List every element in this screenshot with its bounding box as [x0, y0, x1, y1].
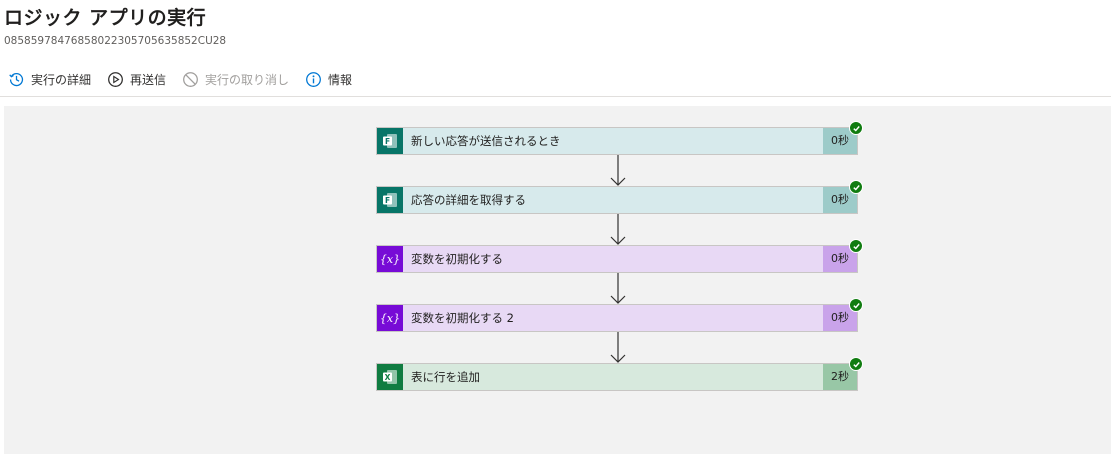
success-check-icon: [849, 298, 863, 312]
forms-icon: F: [377, 187, 403, 213]
run-details-label: 実行の詳細: [31, 72, 92, 87]
success-check-icon: [849, 180, 863, 194]
success-check-icon: [849, 239, 863, 253]
step-label: 変数を初期化する: [411, 252, 503, 266]
info-button[interactable]: 情報: [305, 71, 352, 88]
step-label: 新しい応答が送信されるとき: [411, 134, 561, 148]
page-title: ロジック アプリの実行: [4, 7, 207, 29]
excel-icon: X: [377, 364, 403, 390]
resubmit-icon: [107, 71, 124, 88]
toolbar: 実行の詳細 再送信 実行の取り消し 情報: [8, 68, 368, 90]
cancel-run-label: 実行の取り消し: [205, 72, 290, 87]
variable-icon: {x}: [377, 246, 403, 272]
connector-arrow: [608, 155, 628, 189]
connector-arrow: [608, 273, 628, 307]
svg-text:{x}: {x}: [380, 312, 400, 325]
connector-arrow: [608, 214, 628, 248]
forms-icon: F: [377, 128, 403, 154]
success-check-icon: [849, 357, 863, 371]
svg-text:F: F: [385, 137, 390, 146]
svg-text:X: X: [385, 373, 391, 382]
step-label: 応答の詳細を取得する: [411, 193, 526, 207]
step-label: 表に行を追加: [411, 370, 480, 384]
step-get-response-details[interactable]: F 応答の詳細を取得する 0秒: [376, 180, 863, 214]
cancel-run-button[interactable]: 実行の取り消し: [182, 71, 289, 88]
resubmit-label: 再送信: [130, 72, 167, 87]
variable-icon: {x}: [377, 305, 403, 331]
step-add-row-to-table[interactable]: X 表に行を追加 2秒: [376, 357, 863, 391]
history-icon: [8, 71, 25, 88]
step-label: 変数を初期化する 2: [411, 311, 514, 325]
svg-text:{x}: {x}: [380, 253, 400, 266]
step-initialize-variable[interactable]: {x} 変数を初期化する 0秒: [376, 239, 863, 273]
page-header: ロジック アプリの実行 0858597847685802230570563585…: [4, 4, 226, 48]
info-icon: [305, 71, 322, 88]
cancel-icon: [182, 71, 199, 88]
step-new-response-trigger[interactable]: F 新しい応答が送信されるとき 0秒: [376, 121, 863, 155]
resubmit-button[interactable]: 再送信: [107, 71, 166, 88]
success-check-icon: [849, 121, 863, 135]
step-initialize-variable-2[interactable]: {x} 変数を初期化する 2 0秒: [376, 298, 863, 332]
toolbar-divider: [0, 96, 1111, 97]
run-details-button[interactable]: 実行の詳細: [8, 71, 91, 88]
info-label: 情報: [328, 72, 353, 87]
designer-canvas: F 新しい応答が送信されるとき 0秒 F 応答の詳細を取得する 0秒 {x} 変…: [4, 106, 1111, 454]
svg-text:F: F: [385, 196, 390, 205]
run-id: 08585978476858022305705635852CU28: [4, 35, 227, 47]
connector-arrow: [608, 332, 628, 366]
